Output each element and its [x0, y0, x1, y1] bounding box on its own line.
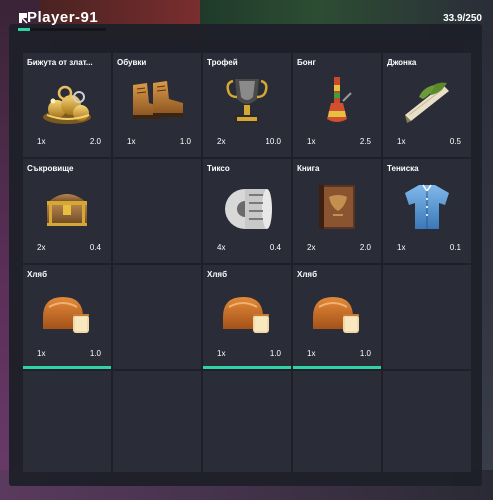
item-weight: 10.0: [265, 137, 281, 146]
inventory-slot-empty[interactable]: [383, 265, 471, 369]
item-weight: 0.5: [449, 137, 461, 146]
weight-bar-fill: [18, 28, 30, 31]
inventory-slot-empty[interactable]: [293, 371, 381, 472]
item-name: Хляб: [207, 270, 228, 279]
jewelry-icon: [43, 85, 91, 124]
inventory-slot[interactable]: Бонг 1x 2.5: [293, 53, 381, 157]
slot-durability-bar: [293, 366, 381, 369]
bread-icon: [313, 297, 359, 333]
item-quantity: 1x: [217, 349, 226, 358]
item-weight: 1.0: [179, 137, 191, 146]
inventory-slot[interactable]: Хляб 1x 1.0: [293, 265, 381, 369]
inventory-slot[interactable]: Книга 2x 2.0: [293, 159, 381, 263]
inventory-slot-empty[interactable]: [113, 159, 201, 263]
inventory-slot-empty[interactable]: [383, 371, 471, 472]
item-name: Бижута от злат...: [27, 58, 93, 67]
item-name: Джонка: [387, 58, 417, 67]
inventory-slot[interactable]: Тиксо 4x 0.4: [203, 159, 291, 263]
item-weight: 2.5: [359, 137, 371, 146]
item-name: Хляб: [27, 270, 48, 279]
bread-icon: [43, 297, 89, 333]
item-name: Обувки: [117, 58, 147, 67]
item-quantity: 4x: [217, 243, 226, 252]
inventory-slot-empty[interactable]: [113, 265, 201, 369]
item-quantity: 1x: [37, 137, 46, 146]
inventory-slot[interactable]: Съкровище 2x 0.4: [23, 159, 111, 263]
inventory-slot[interactable]: Трофей 2x 10.0: [203, 53, 291, 157]
item-weight: 0.4: [89, 243, 101, 252]
item-quantity: 1x: [37, 349, 46, 358]
item-name: Бонг: [297, 58, 316, 67]
inventory-slot[interactable]: Тениска 1x 0.1: [383, 159, 471, 263]
trophy-icon: [226, 79, 268, 123]
slot-durability-bar: [203, 366, 291, 369]
inventory-slot[interactable]: Хляб 1x 1.0: [203, 265, 291, 369]
item-weight: 2.0: [89, 137, 101, 146]
inventory-slot[interactable]: Обувки 1x 1.0: [113, 53, 201, 157]
item-weight: 1.0: [269, 349, 281, 358]
item-quantity: 2x: [307, 243, 316, 252]
item-quantity: 1x: [127, 137, 136, 146]
item-name: Тиксо: [207, 164, 230, 173]
boots-icon: [133, 81, 183, 119]
item-quantity: 2x: [217, 137, 226, 146]
item-name: Тениска: [387, 164, 419, 173]
item-weight: 1.0: [359, 349, 371, 358]
joint-icon: [405, 82, 449, 123]
bong-icon: [327, 77, 352, 122]
player-name: Player-91: [27, 9, 99, 26]
slot-durability-bar: [23, 366, 111, 369]
inventory-slot[interactable]: Хляб 1x 1.0: [23, 265, 111, 369]
item-quantity: 1x: [397, 137, 406, 146]
item-weight: 2.0: [359, 243, 371, 252]
inventory-slot-empty[interactable]: [113, 371, 201, 472]
item-quantity: 2x: [37, 243, 46, 252]
treasure-chest-icon: [47, 194, 87, 226]
shirt-icon: [405, 184, 449, 229]
item-name: Книга: [297, 164, 320, 173]
inventory-slot[interactable]: Джонка 1x 0.5: [383, 53, 471, 157]
weight-bar: [18, 28, 106, 31]
item-quantity: 1x: [307, 137, 316, 146]
weight-counter: 33.9/250: [443, 13, 482, 24]
item-weight: 0.4: [269, 243, 281, 252]
item-quantity: 1x: [307, 349, 316, 358]
item-weight: 1.0: [89, 349, 101, 358]
inventory-grid: Бижута от злат... 1x 2.0 Обувки 1x 1.0 Трофей 2…: [23, 53, 471, 475]
bread-icon: [223, 297, 269, 333]
inventory-slot[interactable]: Бижута от злат... 1x 2.0: [23, 53, 111, 157]
tape-icon: [225, 189, 272, 229]
inventory-header: Player-91 33.9/250: [9, 9, 484, 31]
inventory-slot-empty[interactable]: [23, 371, 111, 472]
item-quantity: 1x: [397, 243, 406, 252]
item-name: Трофей: [207, 58, 238, 67]
item-name: Съкровище: [27, 164, 74, 173]
book-icon: [319, 185, 355, 229]
item-weight: 0.1: [449, 243, 461, 252]
inventory-slot-empty[interactable]: [203, 371, 291, 472]
item-name: Хляб: [297, 270, 318, 279]
